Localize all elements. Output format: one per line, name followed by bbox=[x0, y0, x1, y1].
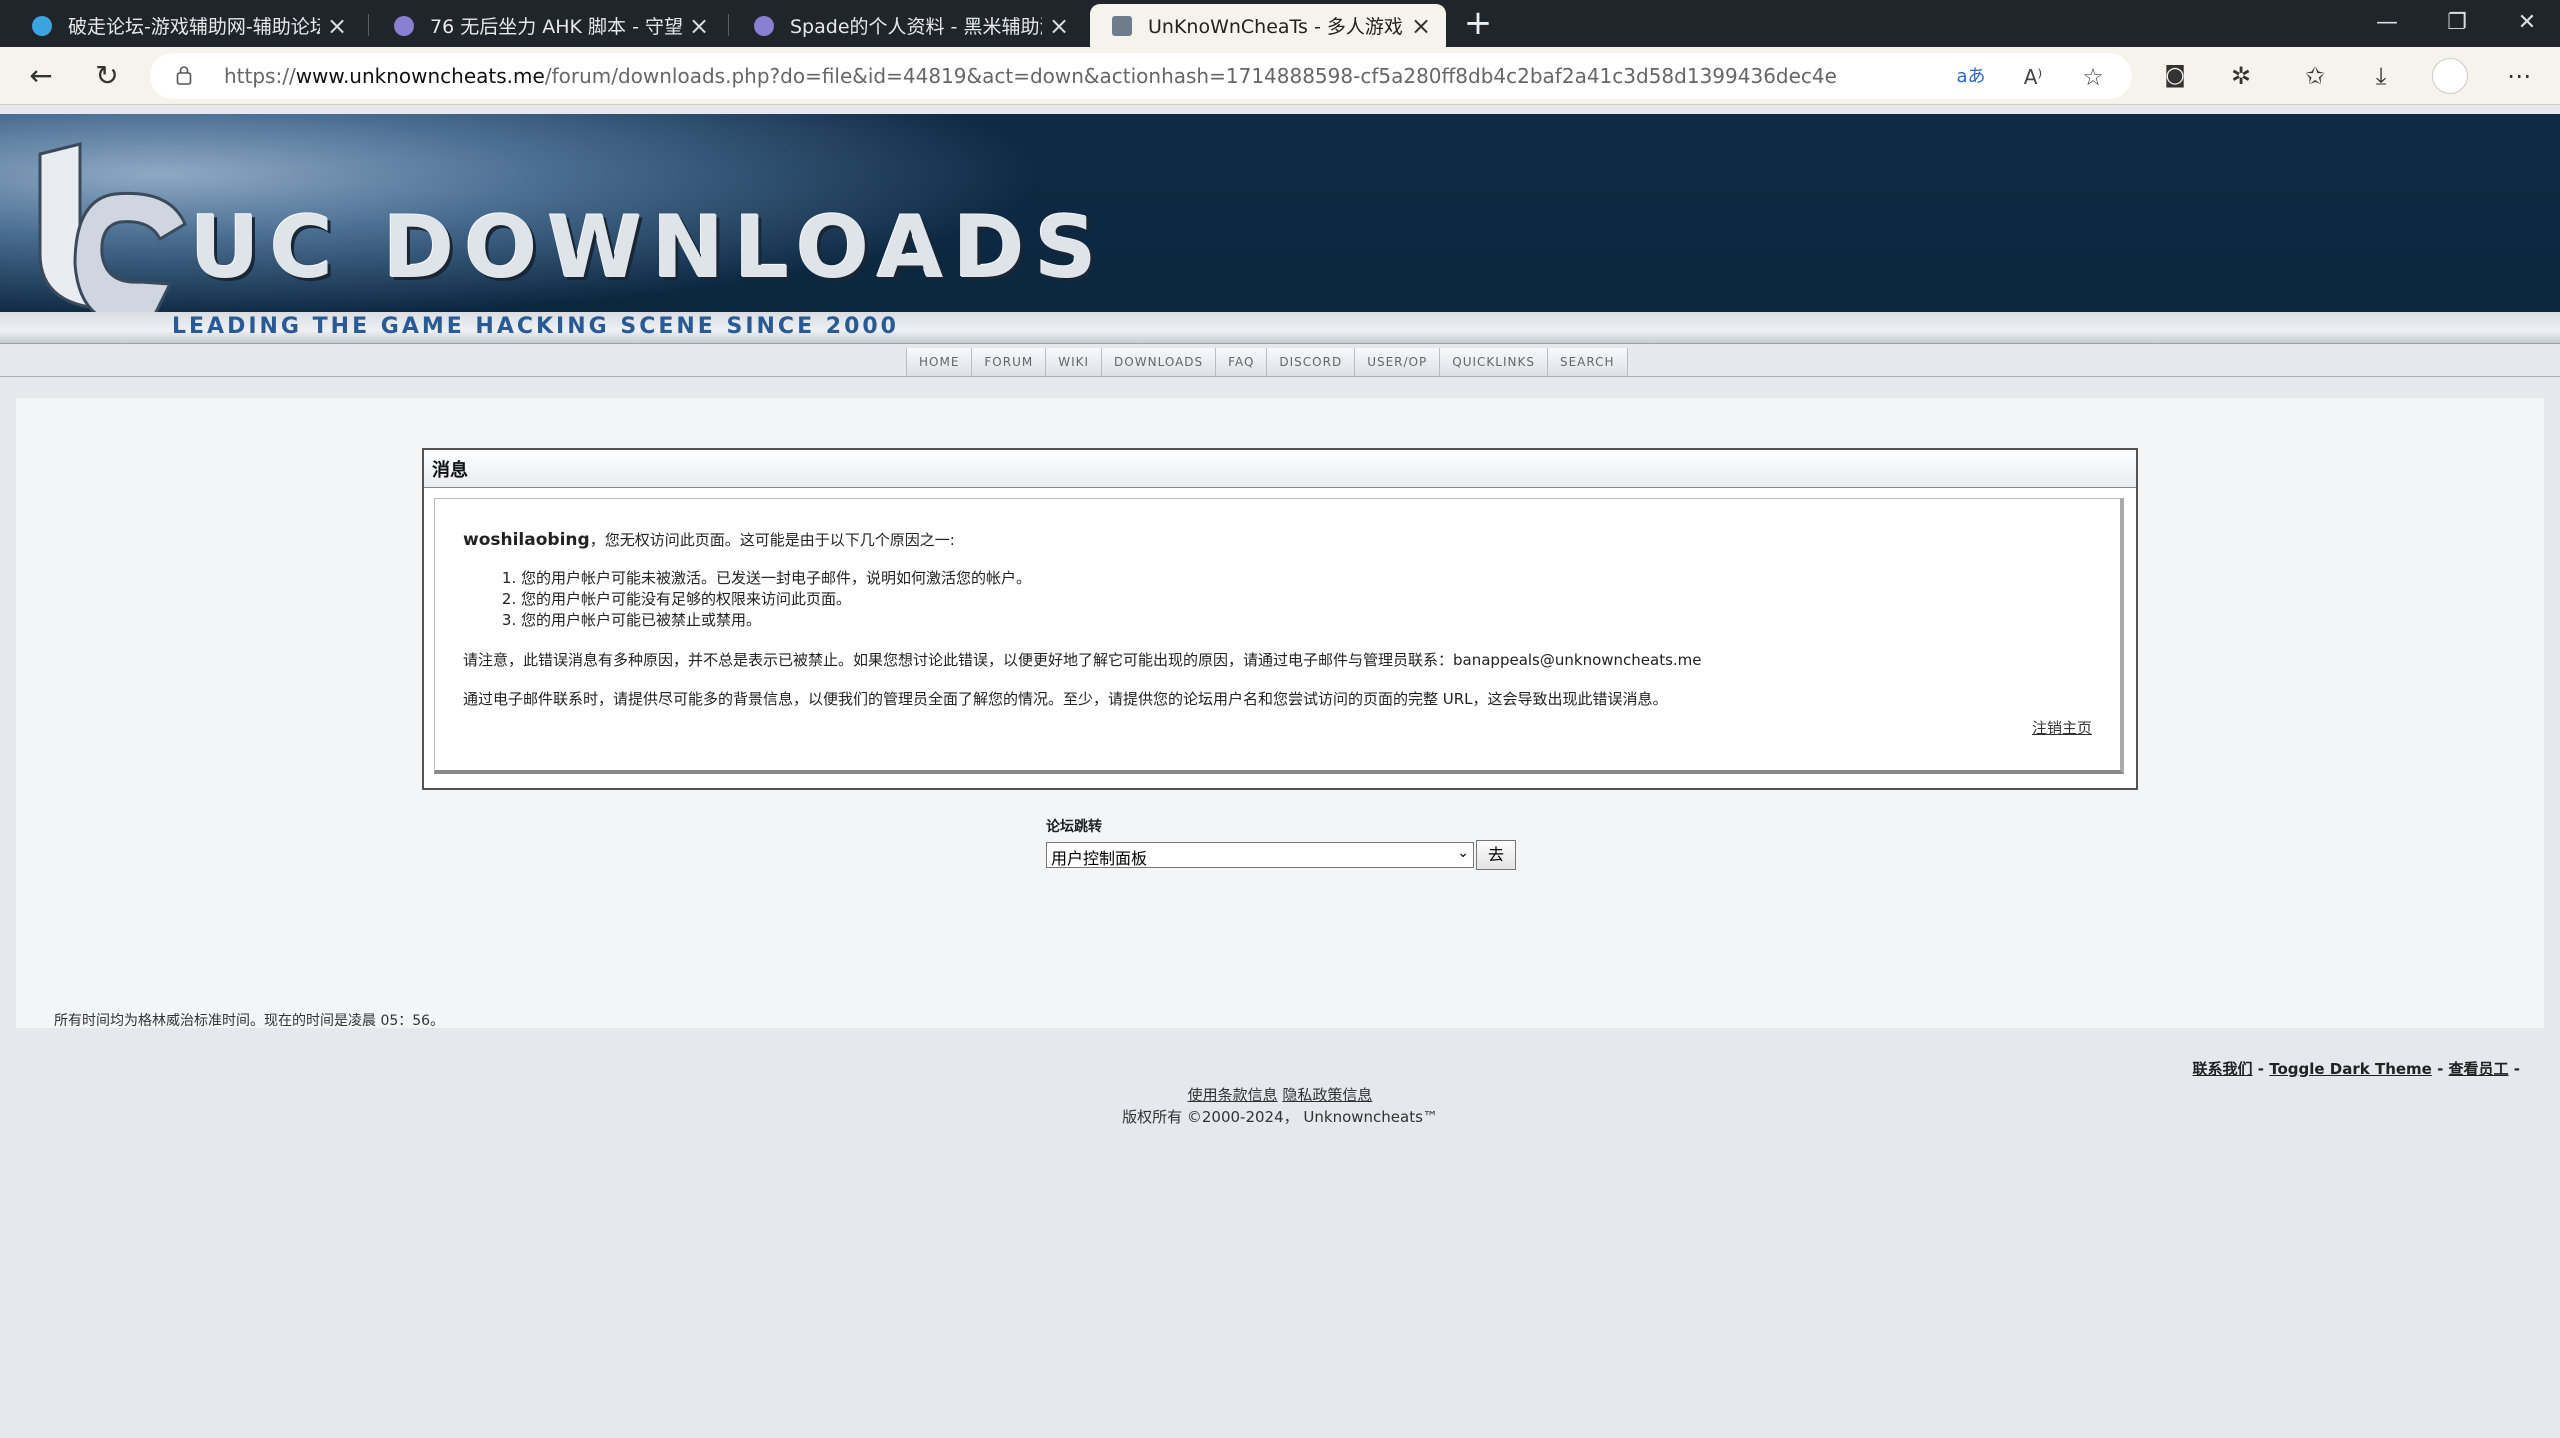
nav-quicklinks[interactable]: QUICKLINKS bbox=[1440, 348, 1548, 376]
site-tagline: LEADING THE GAME HACKING SCENE SINCE 200… bbox=[172, 314, 899, 339]
close-tab-icon[interactable]: × bbox=[326, 12, 348, 40]
tab-divider bbox=[728, 14, 729, 36]
browser-tab-1[interactable]: 破走论坛-游戏辅助网-辅助论坛 × bbox=[10, 4, 362, 47]
translate-icon[interactable]: aあ bbox=[1956, 62, 1986, 92]
url-prefix: https:// bbox=[224, 64, 296, 88]
terms-link[interactable]: 使用条款信息 bbox=[1188, 1086, 1278, 1104]
forum-jump-label: 论坛跳转 bbox=[1046, 819, 1102, 835]
site-favicon-icon bbox=[394, 15, 414, 36]
read-aloud-icon[interactable]: A⁾ bbox=[2018, 62, 2048, 92]
address-bar[interactable]: https://www.unknowncheats.me/forum/downl… bbox=[150, 53, 2132, 99]
browser-tab-2[interactable]: 76 无后坐力 AHK 脚本 - 守望先锋 × bbox=[372, 4, 724, 47]
main-content: 消息 woshilaobing，您无权访问此页面。这可能是由于以下几个原因之一:… bbox=[16, 398, 2544, 1126]
reason-list: 您的用户帐户可能未被激活。已发送一封电子邮件，说明如何激活您的帐户。 您的用户帐… bbox=[521, 568, 2092, 631]
contact-link[interactable]: 联系我们 bbox=[2193, 1060, 2253, 1078]
browser-tab-bar: 破走论坛-游戏辅助网-辅助论坛 × 76 无后坐力 AHK 脚本 - 守望先锋 … bbox=[0, 0, 2560, 47]
uc-favicon-icon bbox=[1112, 15, 1132, 36]
close-tab-icon[interactable]: × bbox=[1048, 12, 1070, 40]
browser-tab-3[interactable]: Spade的个人资料 - 黑米辅助游戏 × bbox=[732, 4, 1084, 47]
footer-policy-links: 使用条款信息 隐私政策信息 bbox=[0, 1084, 2560, 1105]
nav-downloads[interactable]: DOWNLOADS bbox=[1102, 348, 1217, 376]
favorites-icon[interactable]: ✩ bbox=[2294, 55, 2336, 97]
message-header: 消息 bbox=[424, 450, 2136, 488]
list-item: 您的用户帐户可能已被禁止或禁用。 bbox=[521, 610, 2092, 631]
tab-title: UnKnoWnCheaTs - 多人游戏黑客 bbox=[1148, 16, 1404, 38]
site-favicon-icon bbox=[754, 15, 774, 36]
username: woshilaobing bbox=[463, 530, 590, 550]
selected-option: 用户控制面板 bbox=[1051, 849, 1148, 868]
close-window-icon[interactable]: ✕ bbox=[2492, 0, 2560, 47]
new-tab-icon[interactable]: + bbox=[1458, 4, 1498, 44]
tab-title: 76 无后坐力 AHK 脚本 - 守望先锋 bbox=[430, 16, 682, 38]
site-banner: UC DOWNLOADS bbox=[0, 114, 2560, 320]
message-intro: woshilaobing，您无权访问此页面。这可能是由于以下几个原因之一: bbox=[463, 529, 2092, 550]
nav-divider bbox=[0, 376, 2560, 377]
close-tab-icon[interactable]: × bbox=[688, 12, 710, 40]
extension-icon[interactable]: ◙ bbox=[2154, 55, 2196, 97]
nav-user-op[interactable]: USER/OP bbox=[1355, 348, 1441, 376]
intro-text: ，您无权访问此页面。这可能是由于以下几个原因之一: bbox=[589, 531, 955, 549]
tab-title: 破走论坛-游戏辅助网-辅助论坛 bbox=[68, 16, 320, 38]
web-page: UC DOWNLOADS LEADING THE GAME HACKING SC… bbox=[0, 106, 2560, 1438]
profile-avatar[interactable] bbox=[2432, 58, 2468, 94]
extensions-puzzle-icon[interactable]: ✲ bbox=[2220, 55, 2262, 97]
note-paragraph: 请注意，此错误消息有多种原因，并不总是表示已被禁止。如果您想讨论此错误，以便更好… bbox=[463, 651, 1702, 669]
more-menu-icon[interactable]: ⋯ bbox=[2498, 55, 2540, 97]
url-text: https://www.unknowncheats.me/forum/downl… bbox=[224, 64, 1837, 88]
restore-icon[interactable]: ❐ bbox=[2422, 0, 2492, 47]
nav-discord[interactable]: DISCORD bbox=[1267, 348, 1356, 376]
time-note: 所有时间均为格林威治标准时间。现在的时间是凌晨 05：56。 bbox=[54, 1013, 445, 1029]
reload-icon[interactable]: ↻ bbox=[86, 55, 128, 97]
nav-home[interactable]: HOME bbox=[907, 348, 973, 376]
close-tab-icon[interactable]: × bbox=[1410, 12, 1432, 40]
dark-theme-link[interactable]: Toggle Dark Theme bbox=[2269, 1060, 2432, 1078]
footer-links: 联系我们 - Toggle Dark Theme - 查看员工 - bbox=[2192, 1060, 2520, 1078]
list-item: 您的用户帐户可能没有足够的权限来访问此页面。 bbox=[521, 589, 2092, 610]
nav-search[interactable]: SEARCH bbox=[1547, 348, 1628, 376]
privacy-link[interactable]: 隐私政策信息 bbox=[1282, 1086, 1372, 1104]
downloads-icon[interactable]: ⤓ bbox=[2360, 55, 2402, 97]
nav-wiki[interactable]: WIKI bbox=[1046, 348, 1103, 376]
uc-logo-icon[interactable] bbox=[20, 134, 200, 320]
nav-faq[interactable]: FAQ bbox=[1216, 348, 1268, 376]
message-box: 消息 woshilaobing，您无权访问此页面。这可能是由于以下几个原因之一:… bbox=[422, 448, 2138, 790]
list-item: 您的用户帐户可能未被激活。已发送一封电子邮件，说明如何激活您的帐户。 bbox=[521, 568, 2092, 589]
view-staff-link[interactable]: 查看员工 bbox=[2449, 1060, 2509, 1078]
copyright: 版权所有 ©2000-2024， Unknowncheats™ bbox=[1122, 1108, 1438, 1126]
note-paragraph: 通过电子邮件联系时，请提供尽可能多的背景信息，以便我们的管理员全面了解您的情况。… bbox=[463, 690, 1668, 708]
browser-toolbar: ← ↻ https://www.unknowncheats.me/forum/d… bbox=[0, 47, 2560, 105]
minimize-icon[interactable]: — bbox=[2352, 0, 2422, 47]
chevron-down-icon: ⌄ bbox=[1457, 845, 1469, 861]
lock-icon bbox=[176, 66, 192, 85]
favorite-star-icon[interactable]: ☆ bbox=[2078, 62, 2108, 92]
top-nav: HOME FORUM WIKI DOWNLOADS FAQ DISCORD US… bbox=[906, 348, 1628, 376]
url-host: www.unknowncheats.me bbox=[295, 64, 545, 88]
site-logo-text: UC DOWNLOADS bbox=[190, 198, 1107, 298]
back-arrow-icon[interactable]: ← bbox=[20, 55, 62, 97]
forum-jump: 论坛跳转 用户控制面板 ⌄ 去 bbox=[1046, 816, 1516, 870]
site-favicon-icon bbox=[32, 15, 52, 36]
browser-tab-active[interactable]: UnKnoWnCheaTs - 多人游戏黑客 × bbox=[1090, 4, 1446, 47]
message-body: woshilaobing，您无权访问此页面。这可能是由于以下几个原因之一: 您的… bbox=[434, 498, 2124, 774]
tab-divider bbox=[368, 14, 369, 36]
go-button[interactable]: 去 bbox=[1476, 840, 1516, 870]
logout-link[interactable]: 注销主页 bbox=[2032, 717, 2092, 738]
tab-title: Spade的个人资料 - 黑米辅助游戏 bbox=[790, 16, 1042, 38]
url-path: /forum/downloads.php?do=file&id=44819&ac… bbox=[544, 64, 1837, 88]
forum-jump-select[interactable]: 用户控制面板 ⌄ bbox=[1046, 842, 1474, 868]
nav-forum[interactable]: FORUM bbox=[972, 348, 1047, 376]
